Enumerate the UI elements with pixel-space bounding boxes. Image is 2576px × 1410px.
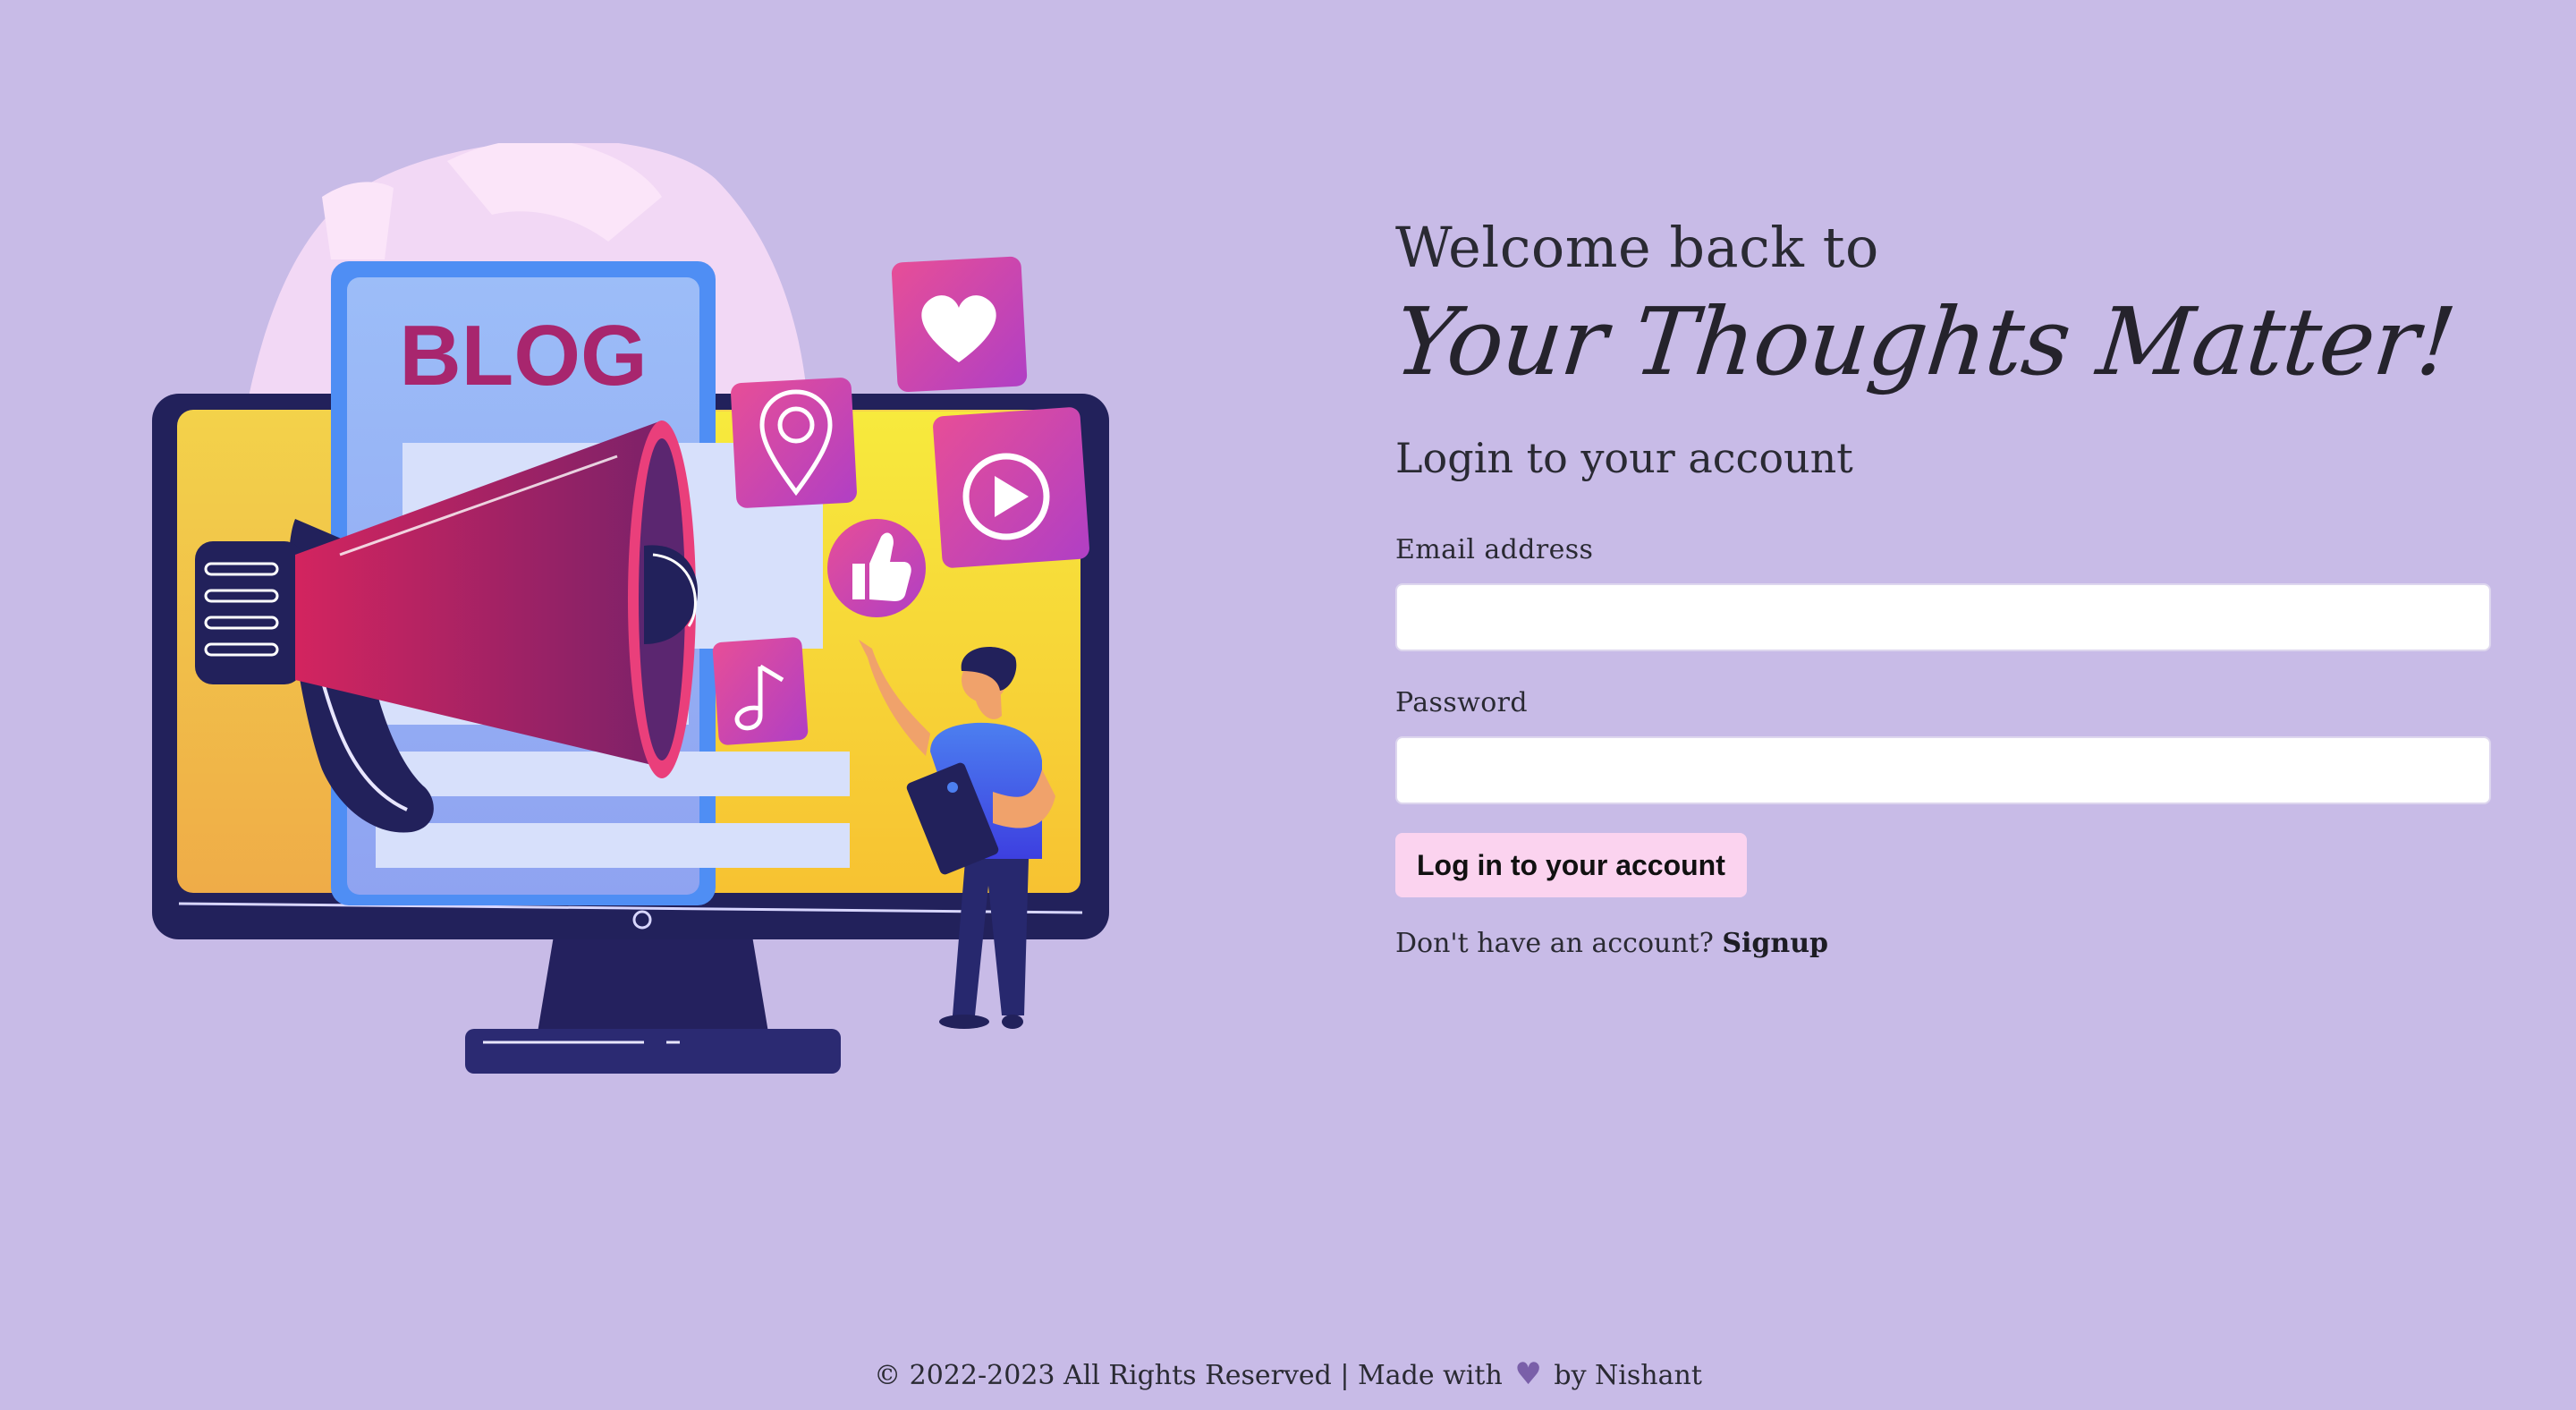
password-label: Password (1395, 687, 1528, 719)
footer-author: by Nishant (1554, 1360, 1702, 1391)
login-page: BLOG Welcome back to Your Thoughts Matte… (0, 0, 2576, 1410)
signup-row: Don't have an account? Signup (1395, 928, 2491, 959)
heart-tile-icon (891, 256, 1028, 393)
email-label: Email address (1395, 534, 1594, 566)
password-field[interactable] (1395, 736, 2491, 805)
music-tile-icon (712, 637, 809, 745)
heart-icon: ♥ (1514, 1356, 1542, 1392)
footer: © 2022-2023 All Rights Reserved | Made w… (0, 1356, 2576, 1392)
login-form-column: Welcome back to Your Thoughts Matter! Lo… (1390, 215, 2491, 959)
welcome-text: Welcome back to (1395, 215, 1879, 280)
play-tile-icon (933, 407, 1089, 568)
email-field[interactable] (1395, 583, 2491, 652)
like-tile-icon (827, 519, 926, 617)
login-title: Login to your account (1395, 434, 1853, 483)
login-button[interactable]: Log in to your account (1395, 833, 1747, 898)
blog-text: BLOG (399, 308, 647, 403)
location-tile-icon (731, 378, 857, 508)
blog-megaphone-illustration: BLOG (143, 143, 1127, 1127)
footer-copyright: © 2022-2023 All Rights Reserved | Made w… (874, 1360, 1503, 1391)
signup-prompt: Don't have an account? (1395, 928, 1714, 960)
brand-title: Your Thoughts Matter! (1389, 287, 2461, 397)
signup-link[interactable]: Signup (1722, 928, 1828, 959)
